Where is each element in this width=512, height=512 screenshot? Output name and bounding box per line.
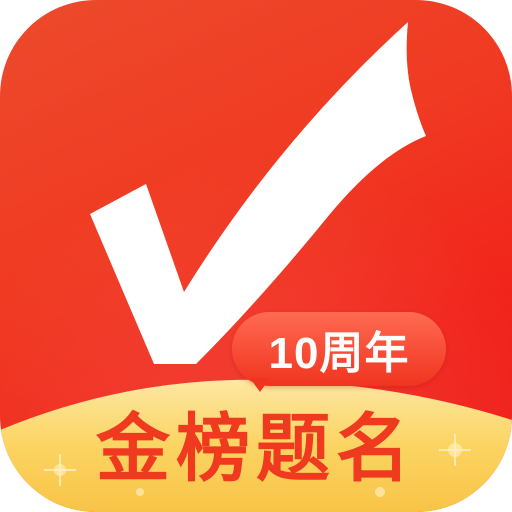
app-icon[interactable]: 10周年 金榜题名 — [0, 0, 512, 512]
badge-label: 10周年 — [268, 329, 410, 378]
slogan-text: 金榜题名 — [96, 406, 416, 492]
badge-pointer — [250, 378, 270, 392]
anniversary-badge: 10周年 — [232, 312, 446, 386]
